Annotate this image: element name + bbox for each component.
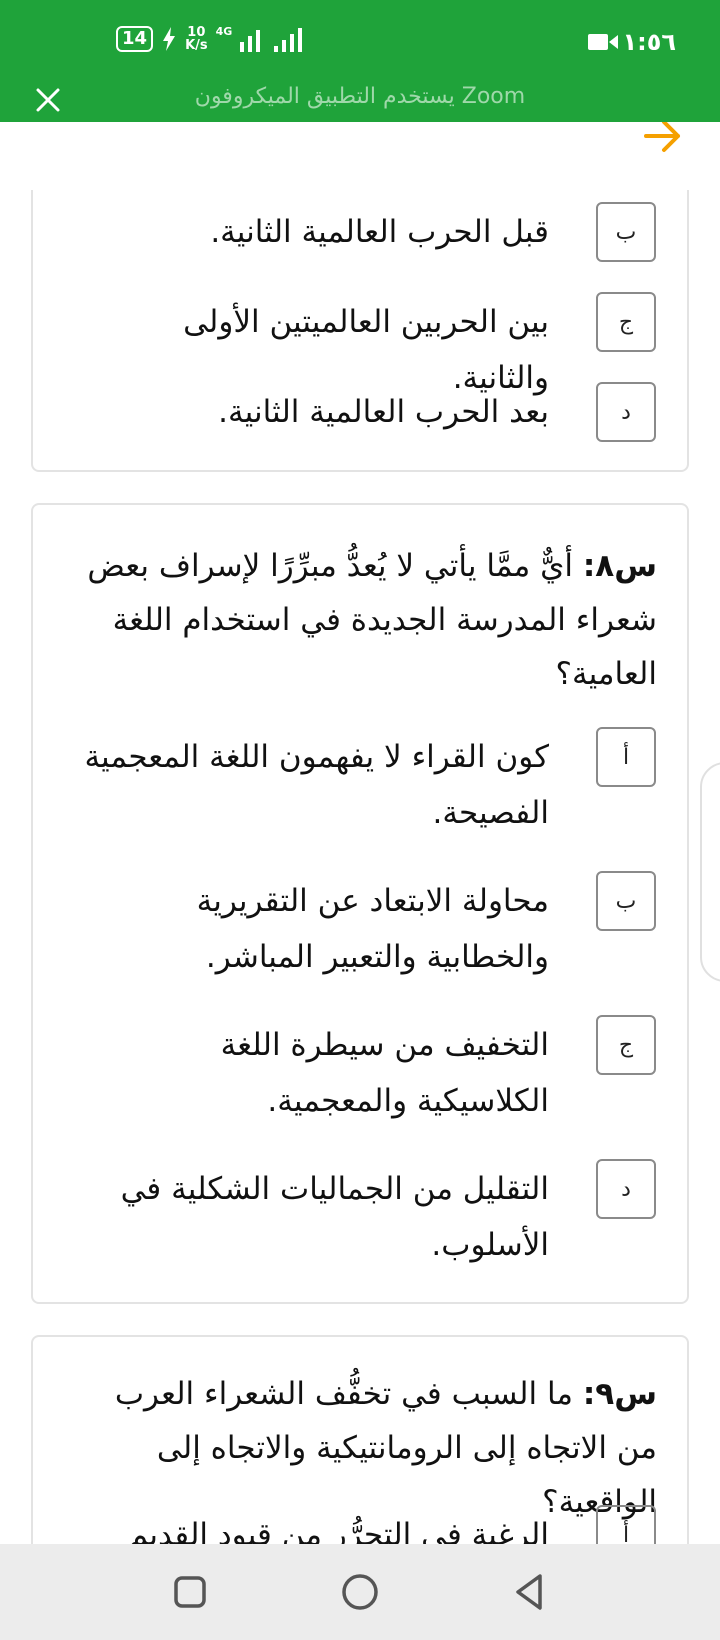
status-left-group: 14 10 K/s 4G — [116, 24, 310, 52]
question-number: س٩: — [582, 1376, 657, 1412]
status-time: ١:٥٦ — [622, 28, 676, 56]
option-text: بعد الحرب العالمية الثانية. — [218, 394, 549, 430]
network-speed: 10 K/s — [185, 26, 208, 52]
recent-apps-icon[interactable] — [168, 1570, 212, 1614]
option-letter[interactable]: أ — [596, 1505, 656, 1544]
question-card-8: س٨: أيٌّ ممَّا يأتي لا يُعدُّ مبرِّرًا ل… — [31, 503, 689, 1304]
back-icon[interactable] — [508, 1570, 552, 1614]
option-letter[interactable]: د — [596, 382, 656, 442]
system-navigation-bar — [0, 1544, 720, 1640]
option-text: التقليل من الجماليات الشكلية في الأسلوب. — [120, 1171, 549, 1263]
video-camera-icon — [588, 34, 619, 50]
network-speed-unit: K/s — [185, 38, 208, 53]
option-letter[interactable]: ج — [596, 292, 656, 352]
option-letter[interactable]: ج — [596, 1015, 656, 1075]
charging-bolt-icon — [163, 27, 176, 51]
option-text: الرغبة في التحرُّر من قيود القديم في — [128, 1517, 549, 1544]
option-text: التخفيف من سيطرة اللغة الكلاسيكية والمعج… — [220, 1027, 549, 1119]
option-text: قبل الحرب العالمية الثانية. — [210, 214, 549, 250]
status-right-group: ١:٥٦ — [588, 28, 676, 56]
question-number: س٨: — [582, 548, 657, 584]
close-icon[interactable] — [34, 86, 62, 114]
option-letter[interactable]: ب — [596, 202, 656, 262]
option-letter[interactable]: د — [596, 1159, 656, 1219]
home-icon[interactable] — [338, 1570, 382, 1614]
side-drawer-handle[interactable] — [700, 762, 720, 982]
option-letter[interactable]: ب — [596, 871, 656, 931]
next-arrow-icon[interactable] — [642, 122, 684, 157]
question-text: س٨: أيٌّ ممَّا يأتي لا يُعدُّ مبرِّرًا ل… — [73, 539, 657, 701]
question-text: س٩: ما السبب في تخفُّف الشعراء العرب من … — [73, 1367, 657, 1529]
signal-strength-icon — [240, 28, 303, 52]
question-body: ما السبب في تخفُّف الشعراء العرب من الات… — [114, 1376, 657, 1520]
option-text: محاولة الابتعاد عن التقريرية والخطابية و… — [196, 883, 549, 975]
question-card-9: س٩: ما السبب في تخفُّف الشعراء العرب من … — [31, 1335, 689, 1544]
mic-usage-text: يستخدم التطبيق الميكروفون Zoom — [194, 84, 526, 109]
quiz-content[interactable]: ب قبل الحرب العالمية الثانية. ج بين الحر… — [0, 122, 720, 1544]
option-letter[interactable]: أ — [596, 727, 656, 787]
zoom-mic-banner-bar: 14 10 K/s 4G ١:٥٦ يستخدم التطبيق الميكرو… — [0, 0, 720, 122]
question-card-7: ب قبل الحرب العالمية الثانية. ج بين الحر… — [31, 190, 689, 472]
network-type: 4G — [215, 24, 233, 38]
question-body: أيٌّ ممَّا يأتي لا يُعدُّ مبرِّرًا لإسرا… — [87, 548, 657, 692]
status-bar: 14 10 K/s 4G ١:٥٦ — [0, 22, 720, 62]
option-text: كون القراء لا يفهمون اللغة المعجمية الفص… — [84, 739, 549, 831]
notification-badge: 14 — [116, 26, 154, 52]
